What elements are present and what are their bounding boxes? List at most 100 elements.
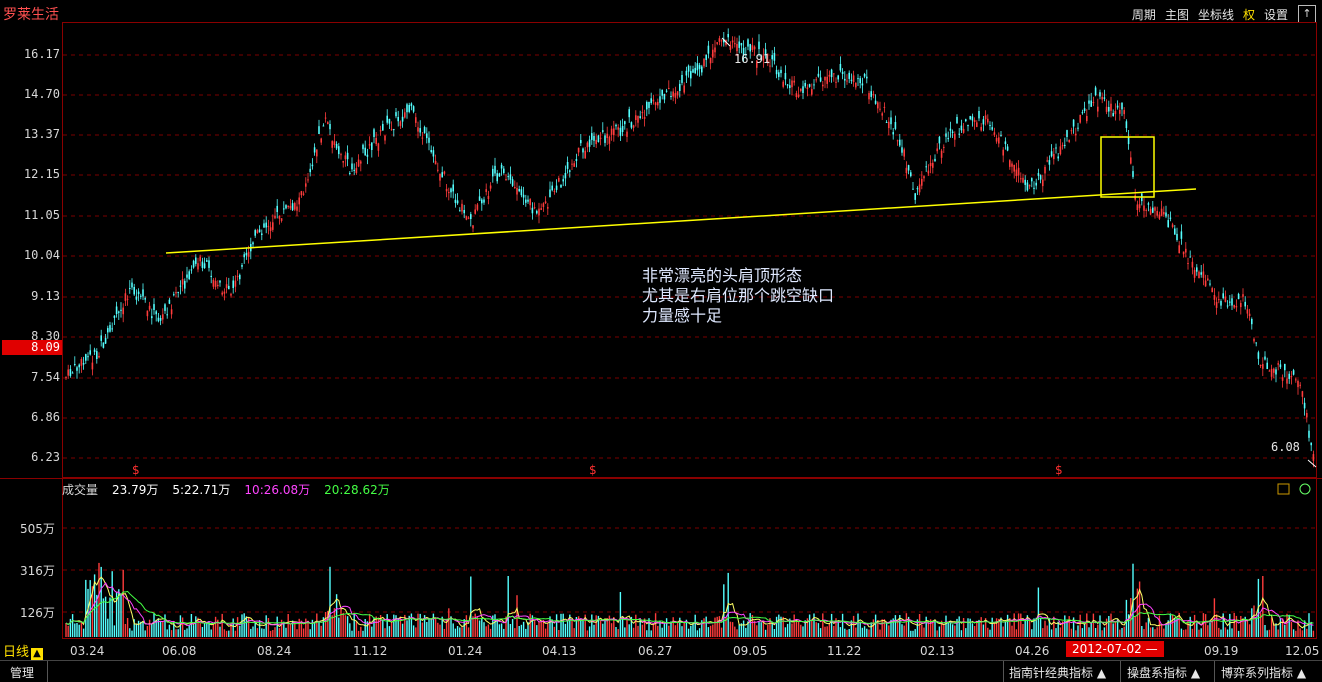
candle-body	[390, 129, 393, 131]
candle-body	[1006, 146, 1009, 151]
volume-settings-icon[interactable]	[1277, 483, 1290, 495]
candle-body	[366, 154, 369, 157]
candle-body	[511, 179, 514, 186]
candle-body	[203, 263, 206, 269]
candle-body	[364, 147, 366, 156]
volume-bar	[170, 630, 173, 637]
candle-body	[399, 121, 402, 126]
volume-header: 成交量 23.79万 5:22.71万 10:26.08万 20:28.62万	[62, 481, 390, 498]
volume-bar	[228, 630, 230, 637]
volume-bar	[338, 617, 340, 637]
volume-bar	[498, 624, 501, 637]
candle-body	[113, 315, 116, 318]
candle-body	[613, 128, 615, 136]
candle-body	[1257, 352, 1260, 359]
volume-bar	[619, 592, 622, 637]
warning-icon: ▲	[31, 648, 44, 660]
indicator-compass-button[interactable]: 指南针经典指标 ▲	[1009, 664, 1106, 681]
period-selector[interactable]: 日线 ▲	[3, 641, 44, 660]
volume-bar	[188, 625, 190, 637]
event-marker[interactable]: $	[132, 463, 140, 477]
candle-body	[786, 84, 789, 86]
event-marker[interactable]: $	[589, 463, 597, 477]
candle-body	[217, 284, 219, 287]
candle-body	[410, 103, 413, 107]
volume-bar	[1156, 627, 1158, 637]
indicator-trading-button[interactable]: 操盘系指标 ▲	[1127, 664, 1200, 681]
volume-bar	[544, 628, 547, 637]
candle-body	[1050, 151, 1053, 157]
candle-body	[683, 85, 685, 93]
candle-body	[331, 141, 333, 148]
volume-bar	[1037, 587, 1040, 637]
volume-bar	[745, 627, 747, 637]
volume-bar	[650, 630, 652, 637]
candle-body	[608, 136, 611, 144]
volume-bar	[239, 625, 241, 637]
indicator-game-button[interactable]: 博弈系列指标 ▲	[1221, 664, 1306, 681]
candle-body	[987, 118, 989, 123]
candle-body	[837, 75, 839, 80]
volume-bar	[124, 624, 127, 637]
volume-bar	[164, 614, 166, 637]
candle-body	[443, 171, 446, 174]
candle-body	[430, 150, 432, 153]
candle-body	[617, 127, 619, 130]
volume-bar	[641, 624, 644, 637]
candle-body	[602, 130, 604, 132]
volume-bar	[991, 617, 993, 637]
candle-body	[888, 121, 890, 129]
manage-button[interactable]: 管理	[10, 664, 34, 681]
candle-body	[408, 105, 410, 112]
volume-bar	[1290, 621, 1293, 637]
volume-bar	[1262, 576, 1264, 637]
volume-bar	[533, 621, 536, 637]
volume-bar	[1108, 616, 1110, 637]
price-axis-label: 16.17	[23, 47, 60, 61]
volume-bar	[960, 630, 963, 637]
volume-bar	[318, 622, 320, 637]
candle-body	[1105, 106, 1108, 112]
candle-body	[1264, 356, 1266, 360]
candle-body	[626, 131, 628, 137]
candle-body	[973, 119, 976, 122]
volume-bar	[430, 618, 432, 637]
volume-bar	[993, 621, 996, 637]
volume-bar	[1134, 616, 1136, 637]
volume-bar	[580, 619, 582, 637]
volume-bar	[857, 613, 859, 637]
volume-bar	[855, 627, 857, 637]
candle-body	[1088, 100, 1090, 104]
candle-body	[604, 135, 606, 143]
price-axis-label: 10.04	[23, 248, 60, 262]
volume-bar	[329, 566, 331, 637]
zoom-icon[interactable]	[1299, 483, 1311, 495]
volume-bar	[129, 628, 131, 637]
candle-body	[307, 179, 309, 181]
volume-bar	[1143, 629, 1145, 637]
volume-bar	[967, 618, 969, 637]
volume-bar	[1301, 630, 1304, 637]
candle-body	[137, 291, 140, 295]
candle-body	[771, 55, 773, 60]
volume-bar	[362, 630, 364, 637]
event-marker[interactable]: $	[1055, 463, 1063, 477]
candle-body	[316, 149, 318, 157]
candle-body	[1092, 102, 1095, 104]
volume-bar	[406, 620, 408, 637]
volume-bar	[1053, 616, 1055, 637]
candle-body	[243, 254, 245, 258]
candle-body	[230, 293, 232, 296]
candle-body	[685, 70, 688, 76]
volume-bar	[351, 630, 353, 637]
candle-body	[639, 116, 641, 118]
volume-bar	[309, 629, 311, 637]
candle-body	[1064, 144, 1066, 146]
candle-body	[1149, 208, 1152, 215]
volume-bar	[417, 613, 419, 637]
volume-bar	[1303, 620, 1306, 637]
candle-body	[412, 106, 415, 112]
candle-body	[1233, 305, 1235, 308]
candle-body	[89, 350, 91, 355]
volume-bar	[269, 630, 272, 637]
